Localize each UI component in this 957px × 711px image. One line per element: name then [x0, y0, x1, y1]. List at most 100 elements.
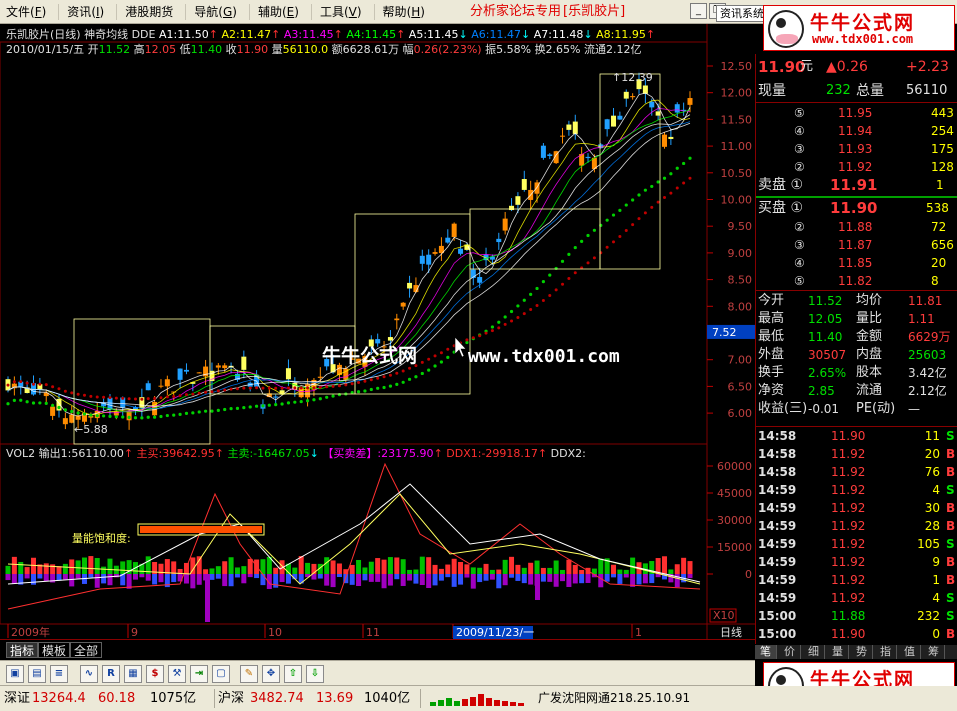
vol-bar-down	[419, 574, 425, 586]
tick-price: 11.92	[831, 591, 866, 605]
tick-vol: 20	[924, 447, 940, 461]
quote-tab-3[interactable]: 量	[827, 645, 849, 659]
info-system-button[interactable]: 资讯系统	[716, 5, 768, 22]
vol-bar-up	[483, 563, 489, 574]
quote-tab-0[interactable]: 笔	[755, 645, 777, 659]
vol-bar-down	[458, 574, 464, 585]
tick-side: S	[946, 537, 955, 551]
ma-dot-green	[643, 188, 647, 192]
vol-bar-up	[247, 558, 253, 574]
ma-dot-green	[631, 198, 635, 202]
tick-side: B	[946, 501, 956, 515]
quote-tab-4[interactable]: 势	[851, 645, 873, 659]
tab-template[interactable]: 模板	[38, 642, 71, 658]
quote-tab-1[interactable]: 价	[779, 645, 801, 659]
kline-chart-area[interactable]: 乐凯胶片(日线) 神奇均线 DDE A1:11.50↑ A2:11.47↑ A3…	[0, 24, 755, 639]
menu-1[interactable]: 资讯(I)	[61, 0, 114, 24]
stat-label: 外盘	[758, 347, 785, 362]
candle	[432, 252, 438, 254]
vol-bar-down	[5, 574, 11, 581]
arrow-down-icon[interactable]: ⇩	[306, 665, 324, 683]
window-icon[interactable]: ▣	[6, 665, 24, 683]
breadth-bar	[454, 701, 460, 706]
ask-price: 11.95	[838, 106, 873, 120]
arrow-up-icon[interactable]: ⇧	[284, 665, 302, 683]
vol-bar-up	[470, 567, 476, 574]
tick-time: 14:58	[758, 447, 797, 461]
ma-dot-red	[363, 379, 367, 383]
tool-icon[interactable]: ⚒	[168, 665, 186, 683]
daily-icon[interactable]: ▤	[28, 665, 46, 683]
ma-dot-green	[382, 385, 386, 390]
ma-dot-red	[650, 205, 654, 209]
breadth-bar	[518, 703, 524, 706]
menu-5[interactable]: 工具(V)	[314, 0, 372, 24]
vol-bar-up	[222, 561, 228, 574]
menu-2[interactable]: 港股期货	[119, 0, 183, 24]
chart-icon[interactable]: ∿	[80, 665, 98, 683]
compare-icon[interactable]: ▦	[124, 665, 142, 683]
vol-axis-label: 15000	[717, 541, 752, 554]
vol-bar-down	[387, 574, 393, 586]
rsi-icon[interactable]: R	[102, 665, 120, 683]
move-icon[interactable]: ✥	[262, 665, 280, 683]
price-axis-label: 12.50	[721, 60, 753, 73]
vol-bar-down	[209, 574, 215, 580]
ma-dot-green	[427, 368, 431, 372]
ma-dot-green	[12, 398, 16, 402]
vol-bar-down	[330, 574, 336, 588]
bid1-vol: 538	[926, 201, 949, 215]
forum-title: 分析家论坛专用 [乐凯胶片]	[470, 4, 626, 19]
ma-dot-green	[331, 394, 335, 398]
tick-row: 14:59 11.92 4 S	[756, 589, 957, 607]
ma-dot-red	[446, 347, 450, 351]
ma-dot-red	[516, 316, 520, 320]
menu-3[interactable]: 导航(G)	[188, 0, 247, 24]
pencil-icon[interactable]: ✎	[240, 665, 258, 683]
ma-dot-green	[548, 273, 552, 277]
vol-bar-up	[560, 569, 566, 574]
vol-bar-up	[368, 561, 374, 574]
stat-label: 量比	[856, 311, 883, 326]
window-tile-icon[interactable]: ▢	[212, 665, 230, 683]
vol-bar-up	[451, 558, 457, 574]
candle	[572, 121, 578, 134]
ask1-price: 11.91	[830, 176, 878, 194]
dollar-icon[interactable]: $	[146, 665, 164, 683]
candle	[400, 302, 406, 307]
menu-4[interactable]: 辅助(E)	[252, 0, 309, 24]
menu-0[interactable]: 文件(F)	[0, 0, 56, 24]
ma-dot-red	[433, 354, 437, 358]
high-annotation: ↑12.39	[612, 71, 653, 84]
ma-dot-green	[305, 399, 310, 403]
ma-dot-red	[586, 261, 590, 265]
list-icon[interactable]: ≡	[50, 665, 68, 683]
quote-tab-7[interactable]: 筹	[923, 645, 945, 659]
quote-tab-2[interactable]: 细	[803, 645, 825, 659]
quote-tab-5[interactable]: 指	[875, 645, 897, 659]
ma-dot-red	[216, 389, 220, 393]
minimize-button[interactable]: _	[690, 3, 707, 19]
tab-all[interactable]: 全部	[70, 642, 103, 658]
vol-bar-up	[356, 559, 362, 574]
quote-tab-6[interactable]: 值	[899, 645, 921, 659]
cow-icon	[768, 10, 804, 48]
tick-side: B	[946, 519, 956, 533]
vol-bar-down	[254, 574, 260, 579]
menu-6[interactable]: 帮助(H)	[377, 0, 435, 24]
ma-dot-green	[580, 239, 584, 243]
ma-dot-red	[210, 390, 214, 394]
stat-value: —	[908, 402, 920, 416]
vol-bar-up	[674, 564, 680, 574]
tick-time: 14:59	[758, 519, 797, 533]
ma-dot-green	[395, 382, 399, 386]
stat-row: 最低 11.40 金额 6629万	[756, 328, 957, 346]
tick-time: 14:59	[758, 555, 797, 569]
kline-chart[interactable]: 乐凯胶片(日线) 神奇均线 DDE A1:11.50↑ A2:11.47↑ A3…	[0, 24, 755, 639]
ma-dot-red	[548, 293, 552, 297]
stat-value: 6629万	[908, 330, 951, 344]
stat-value: 11.52	[808, 294, 843, 308]
export-icon[interactable]: ⇥	[190, 665, 208, 683]
tab-indicator[interactable]: 指标	[6, 642, 39, 658]
ma-dot-red	[427, 357, 431, 361]
